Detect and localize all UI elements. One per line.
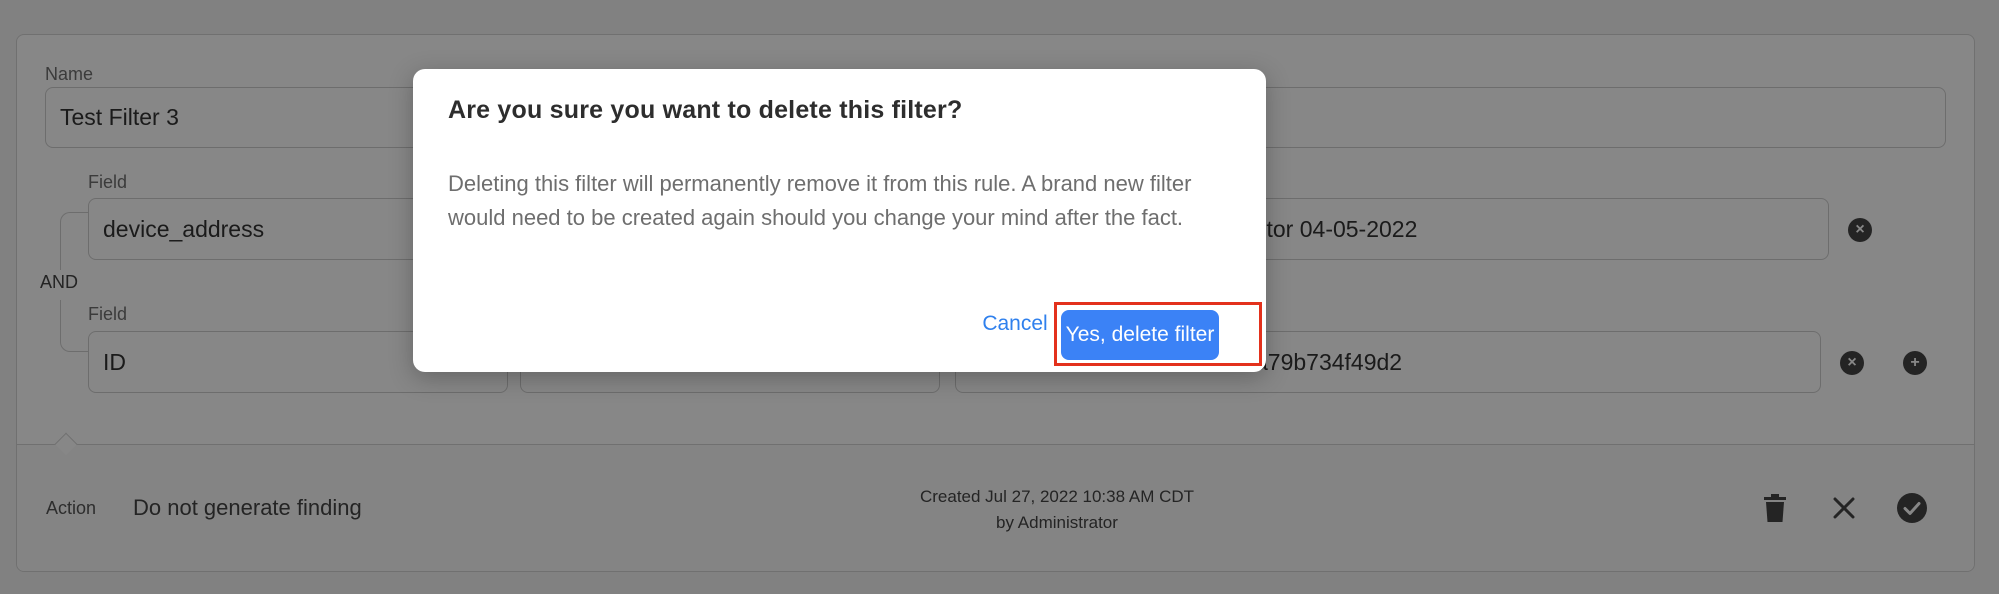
delete-filter-dialog: Are you sure you want to delete this fil… bbox=[413, 69, 1266, 372]
cancel-button[interactable]: Cancel bbox=[973, 307, 1057, 341]
confirm-delete-button[interactable]: Yes, delete filter bbox=[1061, 310, 1219, 360]
dialog-message: Deleting this filter will permanently re… bbox=[448, 171, 1192, 230]
dialog-title: Are you sure you want to delete this fil… bbox=[448, 96, 963, 124]
